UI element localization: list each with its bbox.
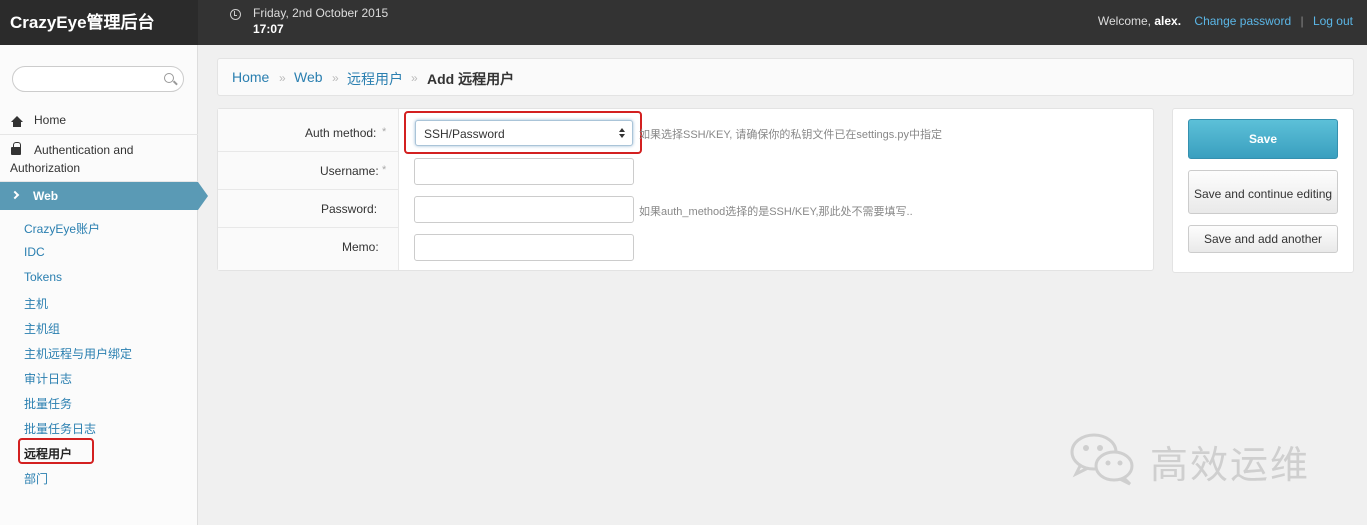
username-label: Username: bbox=[320, 164, 379, 178]
sidebar-subitem-crazyeye-account[interactable]: CrazyEye账户 bbox=[24, 220, 100, 237]
breadcrumb-separator: » bbox=[411, 71, 418, 85]
watermark: 高效运维 bbox=[1068, 430, 1338, 487]
breadcrumb-current: Add 远程用户 bbox=[427, 71, 515, 87]
user-tools: Welcome, alex. Change password | Log out bbox=[1098, 14, 1353, 28]
search-input[interactable] bbox=[12, 66, 184, 92]
sidebar-subitem-audit-log[interactable]: 审计日志 bbox=[24, 370, 72, 387]
required-marker: * bbox=[382, 126, 387, 138]
highlight-box bbox=[404, 111, 642, 154]
breadcrumb-home[interactable]: Home bbox=[232, 69, 269, 85]
row-divider bbox=[218, 151, 399, 152]
save-add-another-button[interactable]: Save and add another bbox=[1188, 225, 1338, 253]
save-button[interactable]: Save bbox=[1188, 119, 1338, 159]
wechat-icon bbox=[1070, 433, 1134, 486]
sidebar-subitem-idc[interactable]: IDC bbox=[24, 245, 45, 259]
sidebar-item-web[interactable]: Web bbox=[0, 182, 208, 210]
breadcrumb-separator: » bbox=[279, 71, 286, 85]
sidebar: Home Authentication and Authorization We… bbox=[0, 45, 208, 525]
current-time: 17:07 bbox=[253, 22, 284, 36]
row-divider bbox=[218, 189, 399, 190]
highlight-box bbox=[18, 438, 94, 464]
sidebar-subitem-departments[interactable]: 部门 bbox=[24, 470, 48, 487]
chevron-right-icon bbox=[10, 190, 20, 200]
sidebar-subitem-host-groups[interactable]: 主机组 bbox=[24, 320, 60, 337]
sidebar-item-authentication[interactable]: Authentication and Authorization bbox=[0, 138, 198, 182]
add-remote-user-form: Auth method: * SSH/Password 如果选择SSH/KEY,… bbox=[217, 108, 1154, 271]
save-continue-button[interactable]: Save and continue editing bbox=[1188, 170, 1338, 214]
password-label: Password: bbox=[321, 202, 378, 216]
sidebar-item-home[interactable]: Home bbox=[0, 110, 198, 135]
username-input[interactable] bbox=[414, 158, 634, 185]
sidebar-subitem-hosts[interactable]: 主机 bbox=[24, 295, 48, 312]
username: alex. bbox=[1154, 14, 1182, 28]
sidebar-subitem-batch-task-log[interactable]: 批量任务日志 bbox=[24, 420, 96, 437]
breadcrumb-separator: » bbox=[332, 71, 339, 85]
current-date: Friday, 2nd October 2015 bbox=[253, 6, 389, 20]
sidebar-subitem-batch-tasks[interactable]: 批量任务 bbox=[24, 395, 72, 412]
top-bar: CrazyEye管理后台 Friday, 2nd October 2015 17… bbox=[0, 0, 1367, 45]
memo-input[interactable] bbox=[414, 234, 634, 261]
watermark-text: 高效运维 bbox=[1150, 443, 1311, 487]
brand-title[interactable]: CrazyEye管理后台 bbox=[0, 0, 198, 45]
breadcrumb: Home » Web » 远程用户 » Add 远程用户 bbox=[217, 58, 1354, 96]
auth-method-label: Auth method: bbox=[305, 126, 377, 140]
password-help: 如果auth_method选择的是SSH/KEY,那此处不需要填写.. bbox=[639, 206, 913, 218]
sidebar-item-label: Web bbox=[33, 189, 59, 203]
clock-icon bbox=[230, 9, 241, 20]
row-divider bbox=[218, 227, 399, 228]
sidebar-item-label: Authentication and Authorization bbox=[10, 143, 134, 175]
breadcrumb-remote-users[interactable]: 远程用户 bbox=[347, 69, 403, 89]
memo-label: Memo: bbox=[342, 240, 379, 254]
search-icon[interactable] bbox=[164, 73, 174, 83]
sidebar-subitem-host-user-binding[interactable]: 主机远程与用户绑定 bbox=[24, 345, 132, 362]
welcome-text: Welcome, alex. bbox=[1097, 14, 1182, 28]
auth-method-help: 如果选择SSH/KEY, 请确保你的私钥文件已在settings.py中指定 bbox=[639, 129, 942, 141]
separator: | bbox=[1300, 14, 1304, 28]
sidebar-subitem-tokens[interactable]: Tokens bbox=[24, 270, 62, 284]
password-input[interactable] bbox=[414, 196, 634, 223]
sidebar-item-label: Home bbox=[34, 113, 67, 127]
home-icon bbox=[11, 116, 23, 127]
required-marker: * bbox=[382, 164, 387, 176]
submit-row: Save Save and continue editing Save and … bbox=[1172, 108, 1354, 273]
change-password-link[interactable]: Change password bbox=[1194, 14, 1291, 28]
breadcrumb-web[interactable]: Web bbox=[294, 69, 323, 85]
logout-link[interactable]: Log out bbox=[1313, 14, 1353, 28]
